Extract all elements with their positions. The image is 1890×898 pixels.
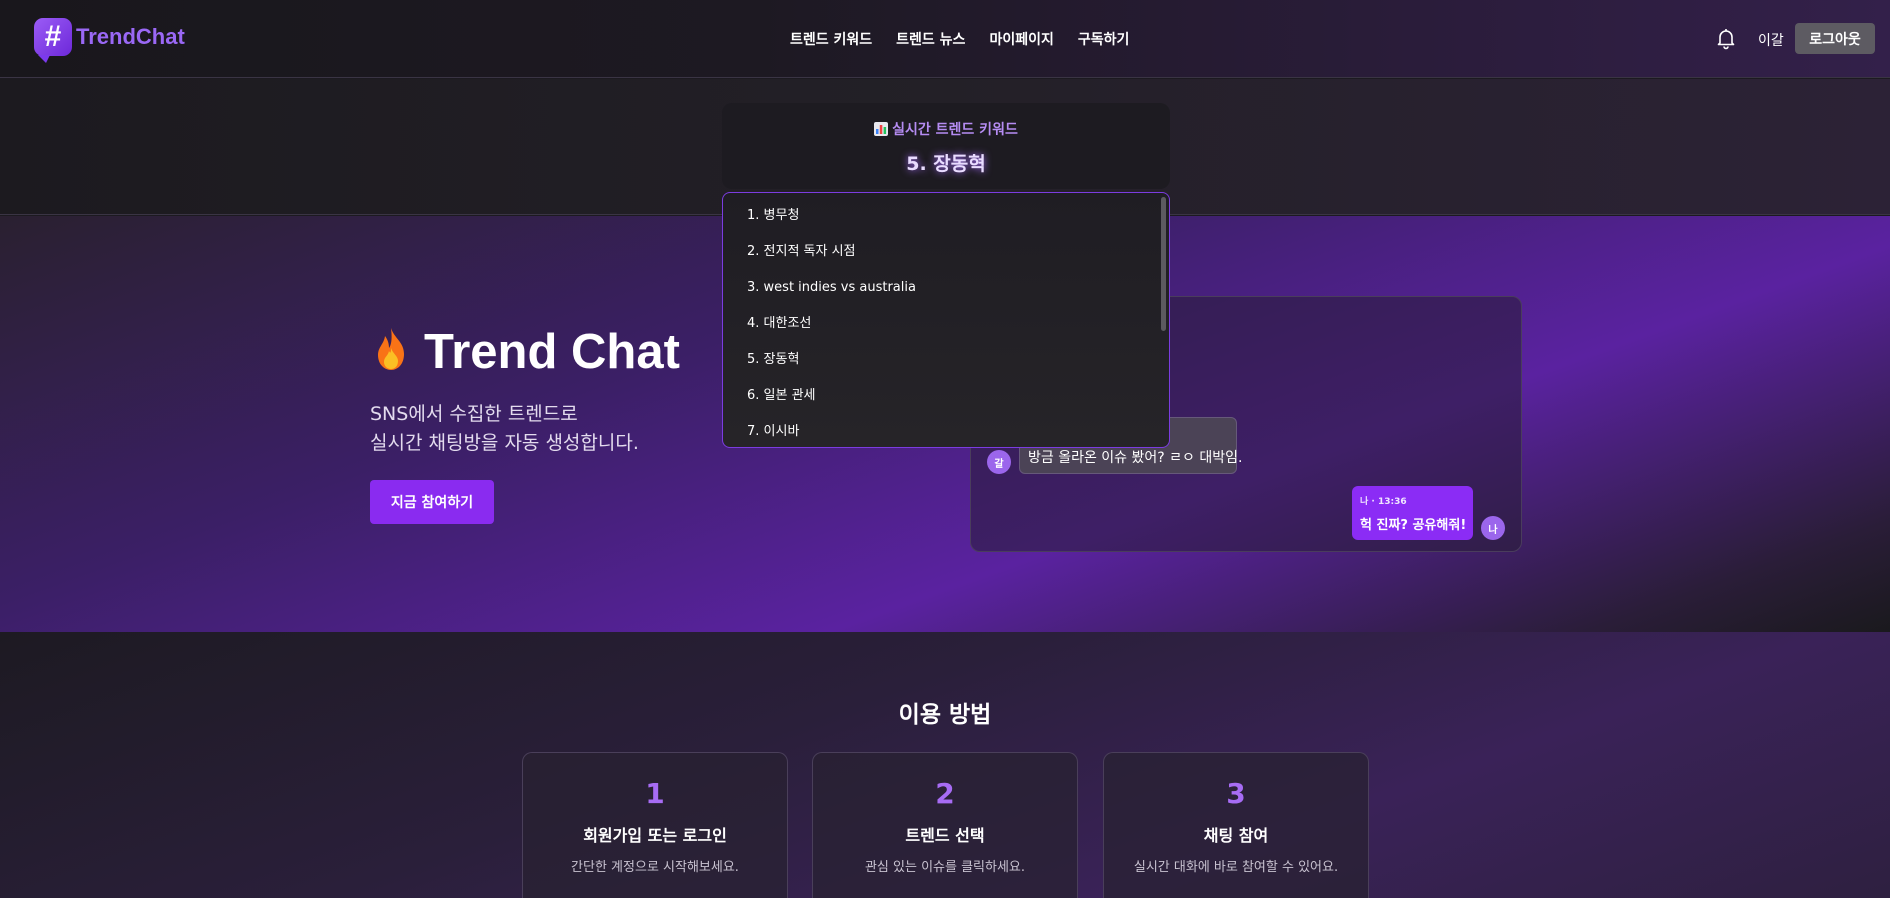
- chat-message-mine: 나 · 13:36 헉 진짜? 공유해줘!: [1352, 486, 1473, 540]
- step-number: 2: [935, 777, 955, 810]
- step-number: 3: [1226, 777, 1246, 810]
- step-card-join-chat: 3 채팅 참여 실시간 대화에 바로 참여할 수 있어요.: [1103, 752, 1369, 898]
- list-item[interactable]: 2. 전지적 독자 시점: [723, 242, 1169, 278]
- list-item[interactable]: 4. 대한조선: [723, 314, 1169, 350]
- hashtag-chat-icon: #: [34, 18, 72, 63]
- current-trend-keyword: 5. 장동혁: [906, 153, 986, 175]
- fire-icon: [378, 328, 404, 370]
- logo-text: TrendChat: [76, 24, 185, 49]
- bell-icon[interactable]: [1714, 26, 1738, 50]
- nav-trend-news[interactable]: 트렌드 뉴스: [896, 29, 965, 49]
- howto-title: 이용 방법: [898, 702, 992, 728]
- list-item[interactable]: 7. 이시바: [723, 422, 1169, 447]
- username: 이갈: [1758, 33, 1784, 49]
- trend-keyword-selector[interactable]: 실시간 트렌드 키워드 5. 장동혁: [722, 103, 1170, 189]
- step-description: 간단한 계정으로 시작해보세요.: [571, 860, 739, 875]
- message-meta: 나 · 13:36: [1360, 497, 1407, 507]
- avatar: 갈: [987, 450, 1011, 474]
- logo[interactable]: # TrendChat: [34, 18, 185, 63]
- nav-mypage[interactable]: 마이페이지: [989, 29, 1053, 49]
- step-title: 채팅 참여: [1203, 826, 1269, 845]
- trend-selector-title: 실시간 트렌드 키워드: [722, 119, 1170, 139]
- join-now-button[interactable]: 지금 참여하기: [370, 480, 494, 524]
- step-title: 회원가입 또는 로그인: [583, 826, 727, 845]
- step-number: 1: [645, 777, 665, 810]
- list-item[interactable]: 3. west indies vs australia: [723, 278, 1169, 314]
- list-item[interactable]: 1. 병무청: [723, 206, 1169, 242]
- nav-subscribe[interactable]: 구독하기: [1078, 29, 1130, 49]
- list-item[interactable]: 5. 장동혁: [723, 350, 1169, 386]
- nav-trend-keywords[interactable]: 트렌드 키워드: [790, 29, 872, 49]
- main-nav: 트렌드 키워드 트렌드 뉴스 마이페이지 구독하기: [790, 29, 1129, 49]
- top-header: # TrendChat 트렌드 키워드 트렌드 뉴스 마이페이지 구독하기 이갈…: [0, 0, 1890, 78]
- trend-keyword-dropdown[interactable]: 1. 병무청 2. 전지적 독자 시점 3. west indies vs au…: [722, 192, 1170, 448]
- hero-title: Trend Chat: [370, 324, 680, 380]
- dropdown-scrollbar[interactable]: [1161, 197, 1166, 331]
- step-description: 관심 있는 이슈를 클릭하세요.: [864, 860, 1026, 875]
- step-title: 트렌드 선택: [905, 826, 985, 845]
- logout-button[interactable]: 로그아웃: [1795, 23, 1875, 54]
- step-description: 실시간 대화에 바로 참여할 수 있어요.: [1133, 860, 1339, 875]
- hero-subtitle: SNS에서 수집한 트렌드로 실시간 채팅방을 자동 생성합니다.: [370, 403, 639, 454]
- step-card-select-trend: 2 트렌드 선택 관심 있는 이슈를 클릭하세요.: [812, 752, 1078, 898]
- bar-chart-icon: [874, 122, 889, 136]
- step-card-signup: 1 회원가입 또는 로그인 간단한 계정으로 시작해보세요.: [522, 752, 788, 898]
- list-item[interactable]: 6. 일본 관세: [723, 386, 1169, 422]
- avatar: 나: [1481, 516, 1505, 540]
- trend-keyword-list: 1. 병무청 2. 전지적 독자 시점 3. west indies vs au…: [723, 193, 1169, 447]
